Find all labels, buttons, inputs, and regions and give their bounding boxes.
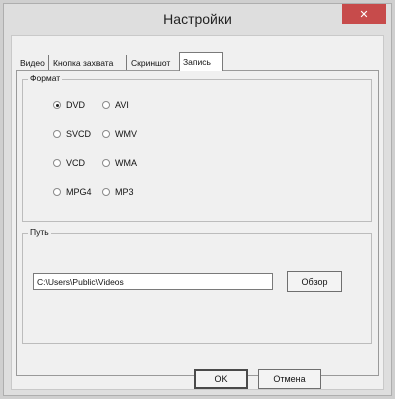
close-icon: ✕ [359, 8, 369, 21]
recording-tab-panel: Формат DVD AVI SVCD WMV VCD WMA MPG4 MP3… [16, 70, 379, 376]
format-option-vcd-label: VCD [66, 158, 86, 168]
format-option-dvd[interactable]: DVD [53, 99, 85, 111]
radio-svcd[interactable] [53, 130, 61, 138]
radio-wma[interactable] [102, 159, 110, 167]
format-group-label: Формат [28, 73, 63, 83]
format-option-mp3[interactable]: MP3 [102, 186, 134, 198]
title-bar: Настройки ✕ [4, 4, 391, 35]
format-option-svcd-label: SVCD [66, 129, 92, 139]
format-option-avi[interactable]: AVI [102, 99, 129, 111]
tab-recording[interactable]: Запись [179, 52, 223, 71]
format-option-wmv[interactable]: WMV [102, 128, 137, 140]
format-option-mp3-label: MP3 [115, 187, 134, 197]
window-title: Настройки [163, 11, 232, 27]
format-option-svcd[interactable]: SVCD [53, 128, 91, 140]
settings-window: Настройки ✕ Видео Кнопка захвата Скриншо… [3, 3, 392, 396]
cancel-button[interactable]: Отмена [258, 369, 321, 389]
close-button[interactable]: ✕ [342, 4, 386, 24]
format-option-avi-label: AVI [115, 100, 129, 110]
radio-mp3[interactable] [102, 188, 110, 196]
path-group: Путь Обзор [22, 227, 372, 344]
format-group: Формат DVD AVI SVCD WMV VCD WMA MPG4 MP3 [22, 73, 372, 222]
browse-button[interactable]: Обзор [287, 271, 342, 292]
tab-screenshot[interactable]: Скриншот [128, 55, 180, 70]
format-option-mpg4-label: MPG4 [66, 187, 92, 197]
format-option-wmv-label: WMV [115, 129, 137, 139]
format-option-wma[interactable]: WMA [102, 157, 137, 169]
radio-dvd[interactable] [53, 101, 61, 109]
radio-mpg4[interactable] [53, 188, 61, 196]
tab-video[interactable]: Видео [17, 55, 49, 70]
ok-button[interactable]: OK [194, 369, 248, 389]
path-group-label: Путь [28, 227, 51, 237]
dialog-body: Видео Кнопка захвата Скриншот Запись Фор… [11, 35, 384, 390]
radio-wmv[interactable] [102, 130, 110, 138]
format-option-dvd-label: DVD [66, 100, 86, 110]
format-option-vcd[interactable]: VCD [53, 157, 85, 169]
format-option-wma-label: WMA [115, 158, 137, 168]
tab-capture-button[interactable]: Кнопка захвата [50, 55, 127, 70]
radio-vcd[interactable] [53, 159, 61, 167]
radio-avi[interactable] [102, 101, 110, 109]
path-input[interactable] [33, 273, 273, 290]
format-option-mpg4[interactable]: MPG4 [53, 186, 92, 198]
